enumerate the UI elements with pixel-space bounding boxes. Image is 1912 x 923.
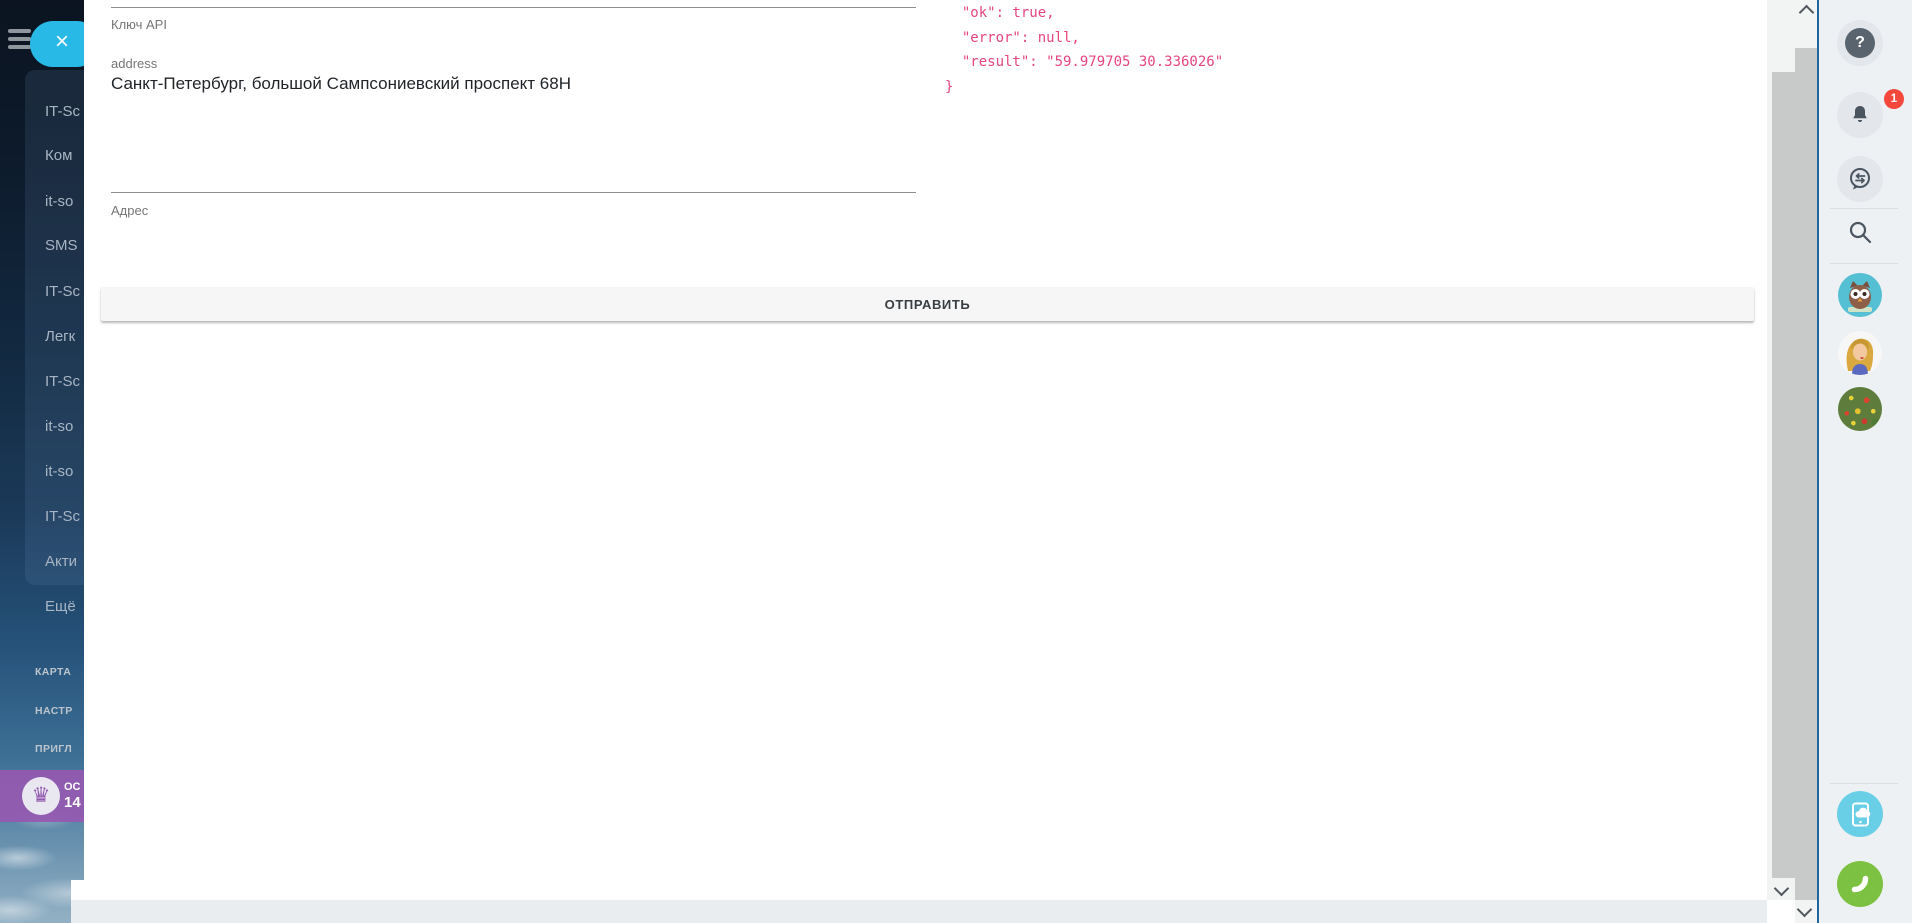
menu-section-invite[interactable]: ПРИГЛ	[35, 743, 84, 755]
menu-section-settings[interactable]: НАСТР	[35, 705, 84, 717]
menu-section-map[interactable]: КАРТА	[35, 666, 84, 678]
menu-item-5[interactable]: Легк	[45, 328, 84, 345]
api-key-helper-text: Ключ API	[111, 17, 167, 32]
avatar-flowers[interactable]	[1838, 387, 1882, 431]
menu-item-9[interactable]: IT-Sc	[45, 508, 84, 525]
smartphone-cloud-icon	[1852, 802, 1871, 827]
address-field-label: address	[111, 56, 158, 71]
side-menu-overlay: × IT-Sc Ком it-so SMS IT-Sc Легк IT-Sc i…	[0, 0, 84, 880]
trial-banner-line2: 14	[64, 794, 81, 811]
send-button[interactable]: ОТПРАВИТЬ	[101, 287, 1754, 321]
woman-icon	[1846, 338, 1874, 375]
hamburger-menu-icon[interactable]	[8, 29, 31, 50]
toolbar-divider	[1830, 208, 1898, 209]
notifications-button[interactable]: 1	[1837, 89, 1904, 138]
menu-item-10[interactable]: Акти	[45, 553, 84, 570]
address-helper-text: Адрес	[111, 203, 149, 218]
chat-exchange-icon	[1850, 168, 1870, 190]
menu-item-4[interactable]: IT-Sc	[45, 283, 84, 300]
avatar-owl[interactable]	[1838, 273, 1882, 317]
menu-item-1[interactable]: Ком	[45, 147, 84, 164]
inner-scrollbar-thumb[interactable]	[1772, 72, 1795, 878]
json-line: "error": null,	[945, 29, 1080, 46]
menu-item-3[interactable]: SMS	[45, 237, 84, 254]
call-button[interactable]	[1837, 861, 1883, 907]
address-field-underline	[111, 192, 916, 193]
notification-badge: 1	[1884, 89, 1904, 109]
panel-separator-line	[1817, 0, 1819, 923]
json-line: "ok": true,	[945, 5, 1055, 21]
api-response-json: "ok": true, "error": null, "result": "59…	[945, 1, 1223, 99]
avatar-woman[interactable]	[1838, 331, 1882, 375]
json-line: "result": "59.979705 30.336026"	[945, 54, 1224, 71]
menu-item-6[interactable]: IT-Sc	[45, 373, 84, 390]
owl-icon	[1848, 281, 1872, 312]
menu-item-8[interactable]: it-so	[45, 463, 84, 480]
trial-banner[interactable]: ♛ ОС 14	[0, 770, 84, 822]
mobile-app-button[interactable]	[1837, 791, 1883, 837]
menu-item-0[interactable]: IT-Sc	[45, 103, 84, 120]
bell-icon	[1853, 106, 1867, 122]
help-button[interactable]: ?	[1837, 20, 1883, 66]
help-icon: ?	[1845, 28, 1875, 58]
address-input[interactable]: Санкт-Петербург, большой Сампсониевский …	[111, 74, 916, 94]
menu-item-7[interactable]: it-so	[45, 418, 84, 435]
phone-handset-icon	[1851, 875, 1869, 893]
toolbar-divider	[1830, 263, 1898, 264]
horizontal-scrollbar-track[interactable]	[71, 900, 1767, 923]
close-icon: ×	[54, 28, 69, 55]
search-icon[interactable]	[1847, 219, 1874, 246]
trial-banner-line1: ОС	[64, 781, 81, 793]
outer-scrollbar-thumb[interactable]	[1795, 48, 1817, 900]
json-line: }	[945, 78, 954, 95]
menu-item-2[interactable]: it-so	[45, 193, 84, 210]
right-toolbar: ? 1	[1819, 0, 1912, 923]
menu-item-more[interactable]: Ещё	[45, 598, 84, 615]
content-panel	[71, 0, 1767, 900]
crown-icon: ♛	[22, 777, 60, 815]
toolbar-divider	[1830, 783, 1898, 784]
dialogs-button[interactable]	[1837, 156, 1883, 202]
api-key-field-underline	[111, 7, 916, 8]
menu-close-button[interactable]: ×	[30, 21, 84, 67]
app-root: Ключ API address Санкт-Петербург, большо…	[0, 0, 1912, 923]
